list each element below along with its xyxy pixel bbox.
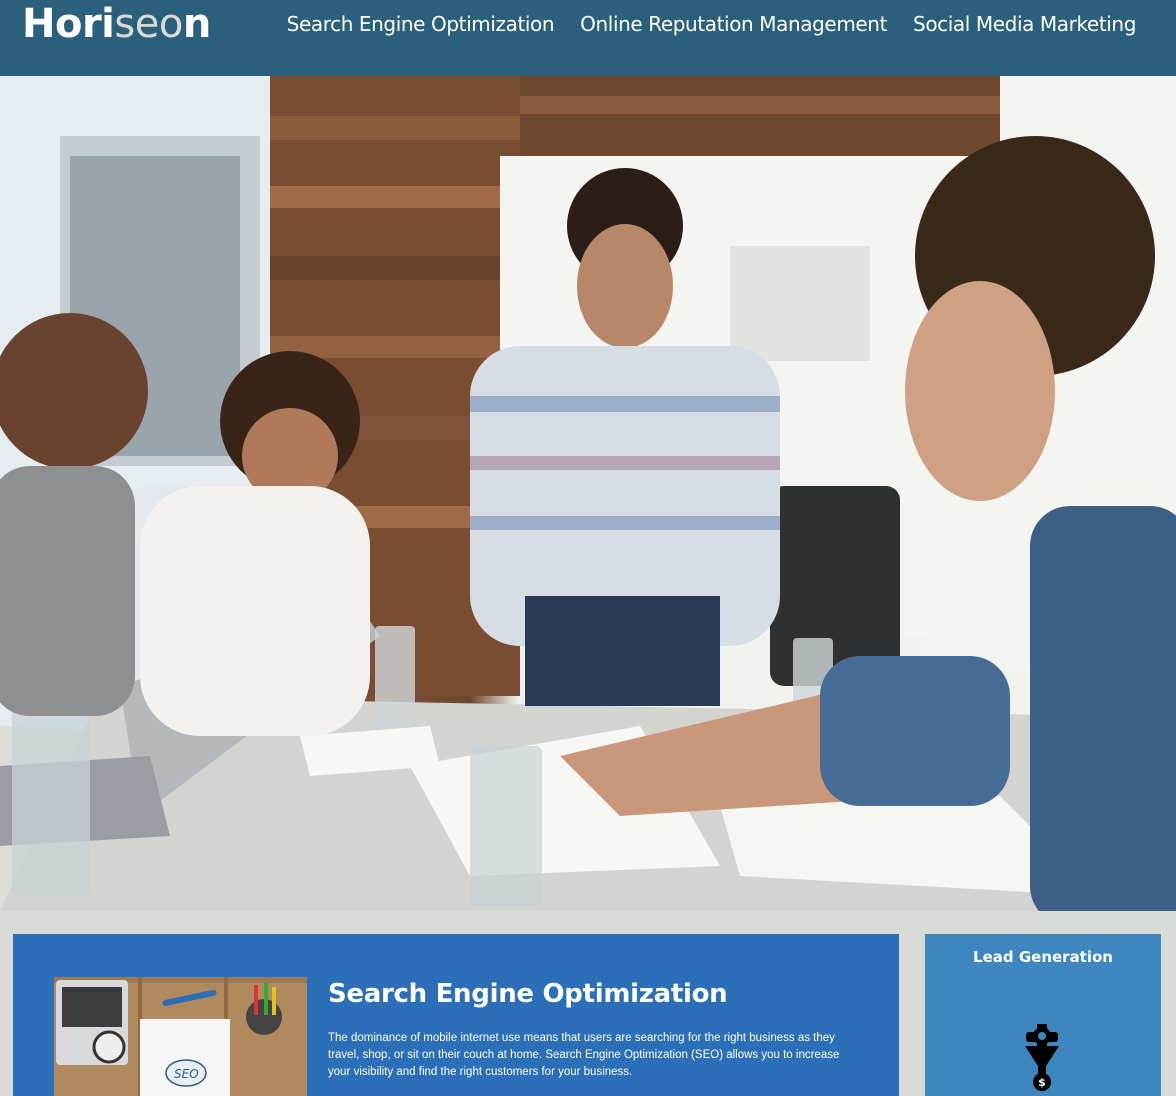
site-header: Horiseon Search Engine Optimization Onli… — [0, 0, 1176, 76]
nav-link-search-engine-optimization[interactable]: Search Engine Optimization — [287, 10, 555, 38]
logo[interactable]: Horiseon — [22, 2, 211, 46]
seo-thumbnail-image: SEO — [54, 977, 307, 1096]
main-nav: Search Engine Optimization Online Reputa… — [287, 10, 1137, 38]
lead-generation-card: Lead Generation $ — [925, 934, 1161, 1096]
nav-link-social-media-marketing[interactable]: Social Media Marketing — [913, 10, 1136, 38]
lead-generation-icon: $ — [1025, 1024, 1059, 1091]
svg-text:$: $ — [1038, 1076, 1046, 1089]
seo-description: The dominance of mobile internet use mea… — [328, 1032, 840, 1078]
nav-link-online-reputation-management[interactable]: Online Reputation Management — [580, 10, 887, 38]
seo-content-card: SEO Search Engine Optimization The domin… — [13, 934, 899, 1096]
lead-generation-heading: Lead Generation — [973, 948, 1113, 966]
svg-text:SEO: SEO — [174, 1067, 199, 1081]
hero-image — [0, 76, 1176, 911]
seo-heading: Search Engine Optimization — [328, 979, 728, 1009]
hero-photo-illustration — [0, 76, 1176, 911]
